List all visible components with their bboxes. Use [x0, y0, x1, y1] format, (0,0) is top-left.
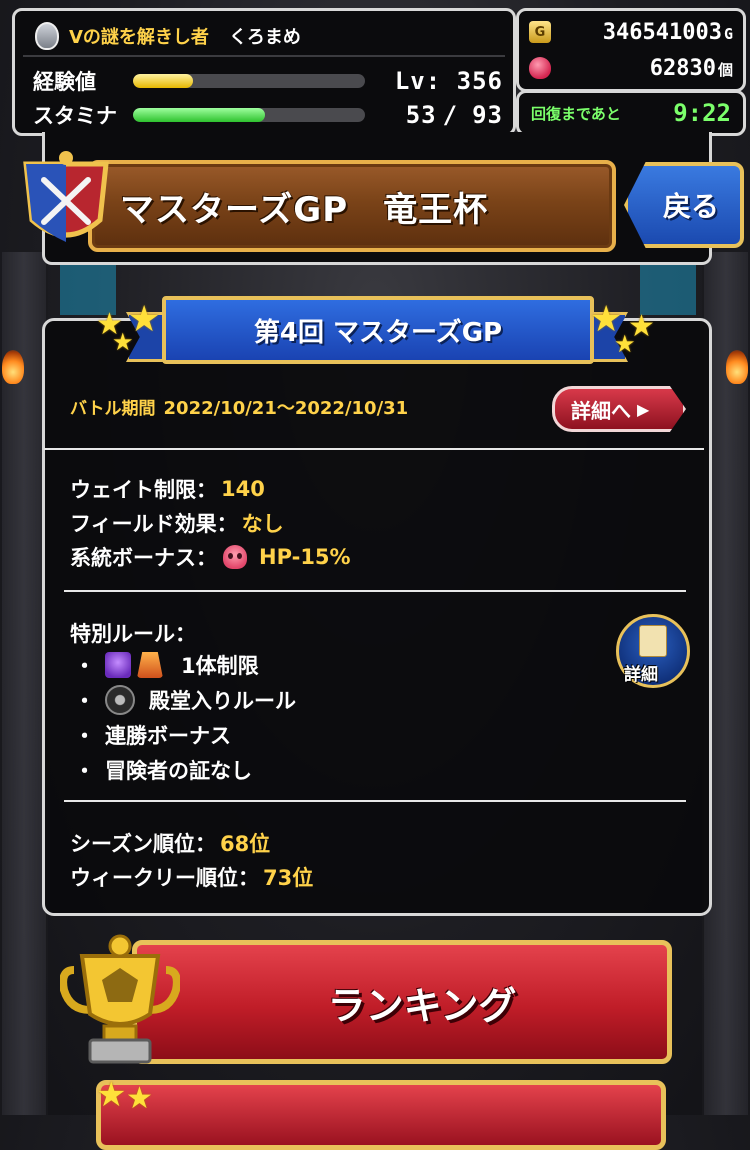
orange-monster-icon	[137, 652, 163, 678]
details-label: 詳細へ	[571, 398, 631, 423]
period-label: バトル期間	[70, 399, 156, 419]
weight-value: 140	[221, 477, 265, 501]
currency-panel[interactable]: G 346541003 G 62830 個	[516, 8, 746, 92]
gem-row: 62830 個	[529, 51, 733, 85]
triangle-right-icon: ▶	[637, 399, 650, 419]
rule-text: 連勝ボーナス	[105, 724, 231, 748]
stamina-separator: /	[442, 101, 459, 129]
exp-bar-fill	[133, 74, 194, 88]
bullet: ・	[74, 689, 95, 713]
rule-text: 1体制限	[181, 654, 259, 678]
star-icon: ★	[614, 330, 636, 358]
field-effect: フィールド効果： なし	[70, 508, 284, 538]
crest-emblem-icon	[23, 151, 109, 242]
season-rank-label: シーズン順位：	[70, 832, 216, 856]
back-label: 戻る	[662, 190, 719, 223]
stamina-value: 53/ 93	[406, 101, 503, 129]
back-button[interactable]: 戻る	[624, 162, 744, 248]
star-icon: ★	[126, 1081, 153, 1116]
level-text: Lv: 356	[394, 67, 503, 95]
player-title-row: Vの謎を解きし者 くろまめ	[35, 19, 301, 53]
gold-bag-icon: G	[529, 21, 551, 43]
stamina-bar-fill	[133, 108, 266, 122]
round-title: 第4回 マスターズGP	[253, 317, 503, 348]
rule-item: ・ 連勝ボーナス	[74, 720, 231, 750]
ranking-label: ランキング	[327, 983, 517, 1028]
bonus-label: 系統ボーナス：	[70, 546, 217, 570]
weight-label: ウェイト制限：	[70, 478, 217, 502]
torch-left-icon	[2, 350, 24, 384]
rule-item: ・ 殿堂入りルール	[74, 685, 296, 715]
bonus-value: HP-15%	[259, 545, 351, 569]
rule-text: 殿堂入りルール	[149, 689, 296, 713]
bullet: ・	[74, 654, 95, 678]
gem-icon	[529, 57, 551, 79]
torch-right-icon	[726, 350, 748, 384]
stamina-current: 53	[405, 101, 437, 129]
gem-value: 62830 個	[650, 56, 733, 81]
rules-detail-label[interactable]: 詳細	[624, 660, 658, 685]
season-rank: シーズン順位： 68位	[70, 828, 270, 858]
round-title-ribbon: 第4回 マスターズGP	[162, 296, 594, 364]
rule-item: ・ 冒険者の証なし	[74, 755, 252, 785]
player-badge-icon	[35, 22, 59, 50]
weekly-rank-label: ウィークリー順位：	[70, 866, 259, 890]
star-icon: ★	[112, 328, 134, 356]
purple-monster-icon	[105, 652, 131, 678]
gold-row: G 346541003 G	[529, 15, 733, 49]
stamina-row: スタミナ 53/ 93	[33, 99, 503, 131]
trophy-icon	[60, 934, 180, 1064]
gold-amount: 346541003	[602, 19, 722, 45]
next-menu-button[interactable]	[96, 1080, 666, 1150]
stamina-recovery-panel: 回復まであと 9:22	[516, 90, 746, 136]
period-value: 2022/10/21〜2022/10/31	[163, 398, 409, 419]
season-rank-value: 68位	[219, 832, 271, 856]
player-status-panel: Vの謎を解きし者 くろまめ 経験値 Lv: 356 スタミナ 53/ 93	[12, 8, 516, 136]
stamina-max: 93	[472, 101, 503, 129]
rule-text: 冒険者の証なし	[105, 759, 252, 783]
battle-period: バトル期間 2022/10/21〜2022/10/31	[70, 394, 408, 420]
exp-bar	[133, 74, 365, 88]
status-divider	[23, 55, 505, 57]
special-rules-label: 特別ルール：	[70, 622, 196, 646]
window-right	[640, 265, 696, 315]
type-bonus: 系統ボーナス： HP-15%	[70, 542, 351, 572]
gold-unit: G	[723, 24, 733, 43]
weekly-rank-value: 73位	[263, 866, 314, 890]
player-name: くろまめ	[228, 27, 301, 48]
gem-amount: 62830	[649, 55, 716, 81]
section-divider	[44, 448, 704, 450]
field-value: なし	[241, 512, 284, 536]
stamina-label: スタミナ	[33, 104, 117, 128]
ranking-button[interactable]: ランキング	[132, 940, 672, 1064]
hall-of-fame-icon	[105, 685, 135, 715]
recovery-time: 9:22	[673, 99, 731, 127]
field-label: フィールド効果：	[70, 512, 238, 536]
bullet: ・	[74, 759, 95, 783]
star-icon: ★	[96, 1075, 127, 1115]
special-rules-heading: 特別ルール：	[70, 618, 196, 648]
details-button[interactable]: 詳細へ ▶	[552, 386, 686, 432]
recovery-label: 回復まであと	[531, 104, 621, 123]
section-divider	[64, 590, 686, 592]
skull-icon	[223, 545, 247, 569]
bullet: ・	[74, 724, 95, 748]
weekly-rank: ウィークリー順位： 73位	[70, 862, 313, 892]
player-title: Vの謎を解きし者	[69, 27, 209, 48]
exp-row: 経験値 Lv: 356	[33, 65, 503, 97]
stamina-bar	[133, 108, 365, 122]
section-divider	[64, 800, 686, 802]
gem-unit: 個	[717, 60, 733, 79]
gold-value: 346541003 G	[603, 20, 733, 45]
exp-label: 経験値	[33, 70, 96, 94]
page-title: マスターズGP 竜王杯	[120, 189, 489, 230]
rule-item: ・ 1体制限	[74, 650, 259, 680]
scroll-paper	[639, 625, 667, 657]
page-title-plank: マスターズGP 竜王杯	[88, 160, 616, 252]
weight-limit: ウェイト制限： 140	[70, 474, 265, 504]
